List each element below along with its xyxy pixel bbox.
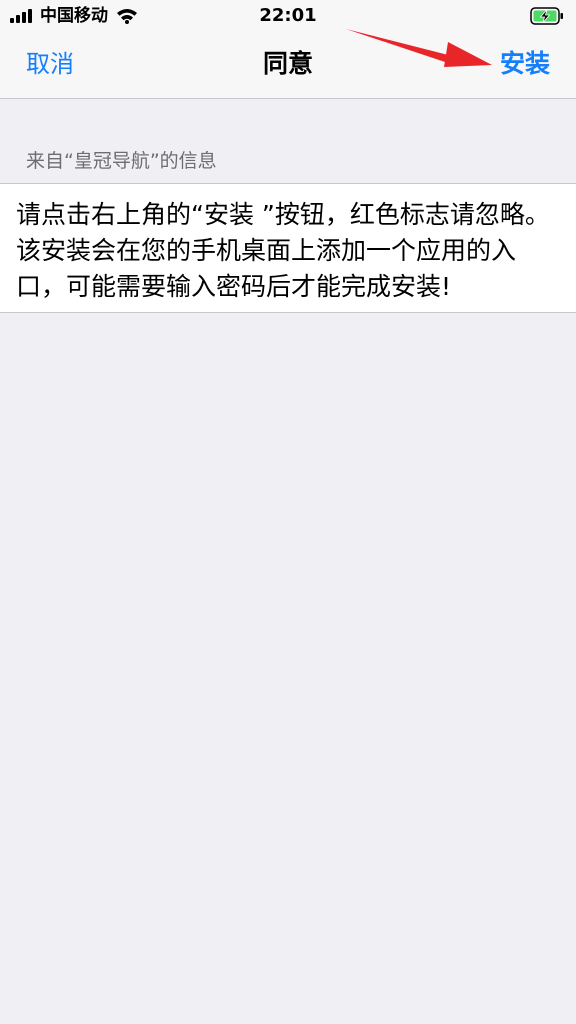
section-header: 来自“皇冠导航”的信息 (26, 150, 217, 172)
page-title: 同意 (262, 49, 313, 78)
info-message: 请点击右上角的“安装 ”按钮，红色标志请忽略。该安装会在您的手机桌面上添加一个应… (16, 200, 550, 301)
battery-charging-icon (530, 7, 564, 25)
info-cell: 请点击右上角的“安装 ”按钮，红色标志请忽略。该安装会在您的手机桌面上添加一个应… (0, 183, 576, 313)
install-button[interactable]: 安装 (500, 47, 550, 81)
status-bar: 中国移动 22:01 (0, 0, 576, 32)
status-time: 22:01 (259, 5, 317, 26)
navigation-bar: 取消 同意 安装 (0, 32, 576, 99)
